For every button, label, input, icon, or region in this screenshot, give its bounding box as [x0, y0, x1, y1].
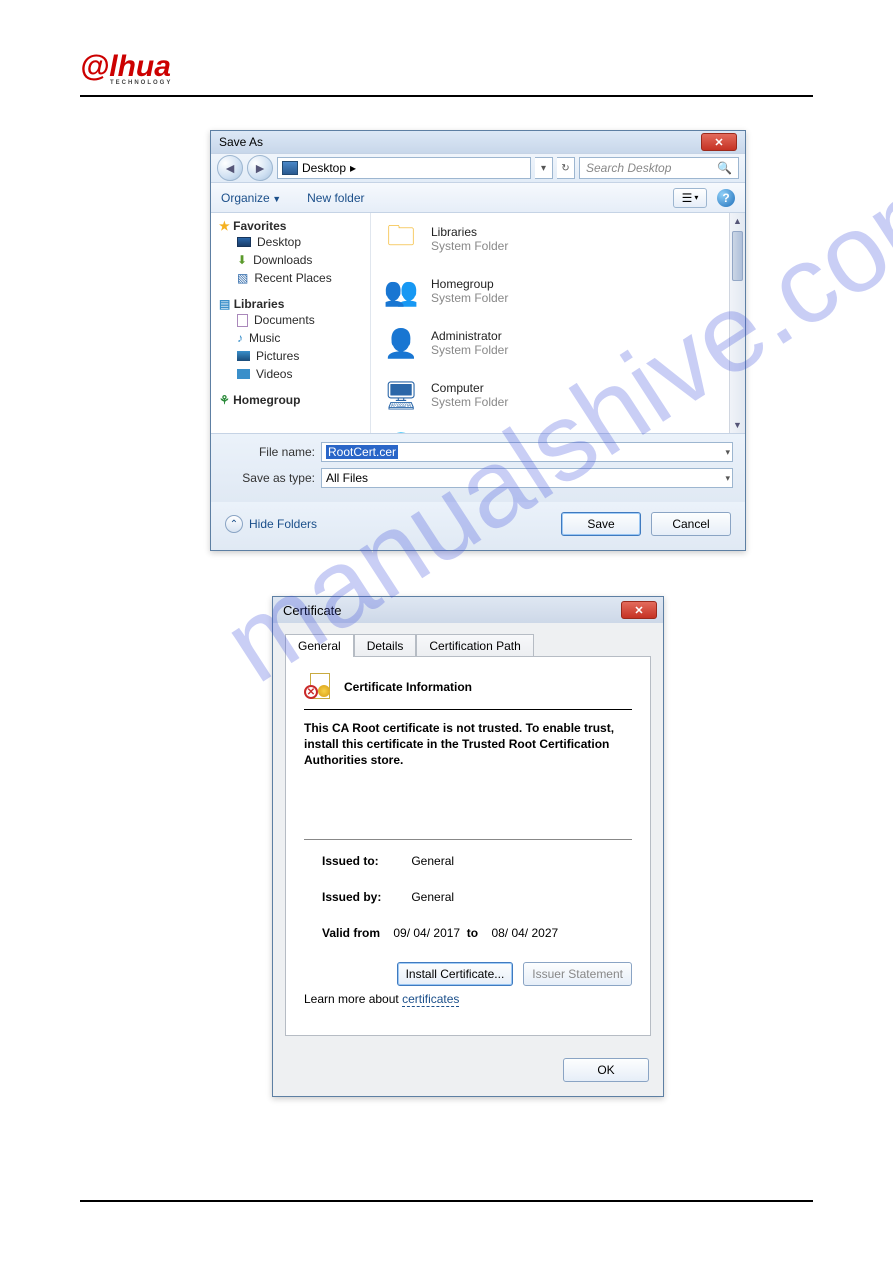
page-rule-top — [80, 95, 813, 97]
homegroup-group[interactable]: ⚘ Homegroup — [219, 393, 366, 407]
issued-by-label: Issued by: — [322, 890, 408, 904]
tab-certification-path[interactable]: Certification Path — [416, 634, 533, 657]
list-item[interactable]: 🖥 ComputerSystem Folder — [371, 369, 745, 421]
issued-to-value: General — [411, 854, 454, 868]
nav-item-videos[interactable]: Videos — [219, 365, 366, 383]
nav-item-recent[interactable]: ▧Recent Places — [219, 269, 366, 287]
user-icon: 👤 — [381, 325, 421, 361]
install-certificate-button[interactable]: Install Certificate... — [397, 962, 514, 986]
help-icon[interactable]: ? — [717, 189, 735, 207]
navigation-pane: ★ Favorites Desktop ⬇Downloads ▧Recent P… — [211, 213, 371, 433]
certificates-link[interactable]: certificates — [402, 992, 459, 1007]
chevron-down-icon[interactable]: ▾ — [725, 473, 730, 484]
scroll-thumb[interactable] — [732, 231, 743, 281]
valid-row: Valid from 09/ 04/ 2017 to 08/ 04/ 2027 — [322, 926, 632, 940]
valid-to-label: to — [467, 926, 478, 940]
cancel-button[interactable]: Cancel — [651, 512, 731, 536]
nav-item-music[interactable]: ♪Music — [219, 329, 366, 347]
dialog-titlebar[interactable]: Save As ✕ — [211, 131, 745, 153]
item-list: 🗀 LibrariesSystem Folder 👥 HomegroupSyst… — [371, 213, 745, 433]
computer-icon: 🖥 — [381, 377, 421, 413]
scroll-down-icon[interactable]: ▼ — [730, 417, 745, 433]
close-button[interactable]: ✕ — [621, 601, 657, 619]
favorites-group[interactable]: ★ Favorites — [219, 219, 366, 233]
search-input[interactable]: Search Desktop 🔍 — [579, 157, 739, 179]
valid-from-value: 09/ 04/ 2017 — [393, 926, 460, 940]
filename-label: File name: — [211, 445, 321, 459]
desktop-icon — [282, 161, 298, 175]
valid-from-label: Valid from — [322, 926, 380, 940]
homegroup-icon: 👥 — [381, 273, 421, 309]
dialog-title: Save As — [219, 135, 263, 149]
nav-item-downloads[interactable]: ⬇Downloads — [219, 251, 366, 269]
toolbar: Organize New folder ☰▾ ? — [211, 183, 745, 213]
network-icon: 🌐 — [381, 429, 421, 433]
dialog-title: Certificate — [283, 603, 342, 618]
cert-info-heading: Certificate Information — [344, 680, 472, 694]
nav-row: ◄ ► Desktop ▸ ▾ ↻ Search Desktop 🔍 — [211, 153, 745, 183]
search-icon: 🔍 — [717, 161, 732, 175]
libraries-icon: 🗀 — [381, 221, 421, 257]
valid-to-value: 08/ 04/ 2027 — [491, 926, 558, 940]
list-item[interactable]: 👥 HomegroupSystem Folder — [371, 265, 745, 317]
learn-more: Learn more about certificates — [304, 992, 632, 1006]
view-button[interactable]: ☰▾ — [673, 188, 707, 208]
certificate-warning-icon: ✕ — [304, 673, 334, 701]
nav-item-documents[interactable]: Documents — [219, 311, 366, 329]
scroll-up-icon[interactable]: ▲ — [730, 213, 745, 229]
tab-strip: General Details Certification Path — [273, 623, 663, 656]
hide-folders-toggle[interactable]: ⌃ Hide Folders — [225, 515, 317, 533]
address-location: Desktop — [302, 161, 346, 175]
saveastype-label: Save as type: — [211, 471, 321, 485]
list-item[interactable]: 🌐 Network — [371, 421, 745, 433]
address-arrow: ▸ — [350, 161, 356, 175]
divider — [304, 839, 632, 840]
button-row: ⌃ Hide Folders Save Cancel — [211, 502, 745, 550]
dialog-titlebar[interactable]: Certificate ✕ — [273, 597, 663, 623]
forward-button[interactable]: ► — [247, 155, 273, 181]
divider — [304, 709, 632, 710]
certificate-dialog: Certificate ✕ General Details Certificat… — [272, 596, 664, 1097]
search-placeholder: Search Desktop — [586, 161, 671, 175]
vertical-scrollbar[interactable]: ▲ ▼ — [729, 213, 745, 433]
collapse-icon: ⌃ — [225, 515, 243, 533]
chevron-down-icon[interactable]: ▾ — [725, 447, 730, 458]
libraries-group[interactable]: ▤ Libraries — [219, 297, 366, 311]
tab-page-general: ✕ Certificate Information This CA Root c… — [285, 656, 651, 1036]
organize-menu[interactable]: Organize — [221, 191, 281, 205]
filename-value: RootCert.cer — [326, 445, 398, 459]
issuer-statement-button: Issuer Statement — [523, 962, 632, 986]
back-button[interactable]: ◄ — [217, 155, 243, 181]
file-fields: File name: RootCert.cer ▾ Save as type: … — [211, 433, 745, 502]
issued-to-row: Issued to: General — [322, 854, 632, 868]
page-rule-bottom — [80, 1200, 813, 1202]
address-bar[interactable]: Desktop ▸ — [277, 157, 531, 179]
refresh-button[interactable]: ↻ — [557, 157, 575, 179]
new-folder-button[interactable]: New folder — [307, 191, 364, 205]
issued-by-value: General — [411, 890, 454, 904]
filename-input[interactable]: RootCert.cer ▾ — [321, 442, 733, 462]
issued-to-label: Issued to: — [322, 854, 408, 868]
trust-message: This CA Root certificate is not trusted.… — [304, 720, 632, 769]
list-item[interactable]: 👤 AdministratorSystem Folder — [371, 317, 745, 369]
nav-item-pictures[interactable]: Pictures — [219, 347, 366, 365]
issued-by-row: Issued by: General — [322, 890, 632, 904]
address-dropdown[interactable]: ▾ — [535, 157, 553, 179]
tab-general[interactable]: General — [285, 634, 354, 657]
list-item[interactable]: 🗀 LibrariesSystem Folder — [371, 213, 745, 265]
tab-details[interactable]: Details — [354, 634, 417, 657]
close-button[interactable]: ✕ — [701, 133, 737, 151]
saveastype-value: All Files — [326, 471, 368, 485]
save-as-dialog: Save As ✕ ◄ ► Desktop ▸ ▾ ↻ Search Deskt… — [210, 130, 746, 551]
ok-button[interactable]: OK — [563, 1058, 649, 1082]
saveastype-select[interactable]: All Files ▾ — [321, 468, 733, 488]
nav-item-desktop[interactable]: Desktop — [219, 233, 366, 251]
save-button[interactable]: Save — [561, 512, 641, 536]
brand-logo: @lhua TECHNOLOGY — [80, 50, 172, 86]
